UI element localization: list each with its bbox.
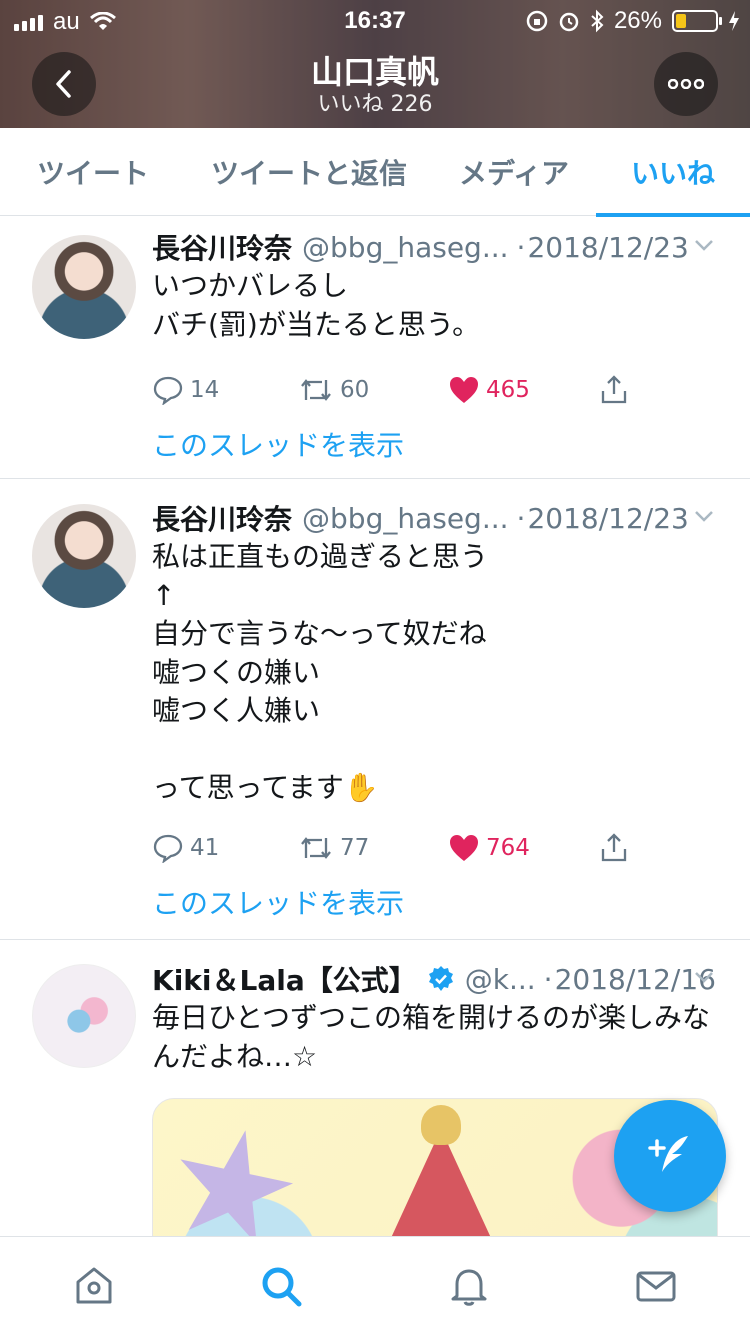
share-icon: [601, 375, 627, 404]
author-name[interactable]: 長谷川玲奈: [152, 498, 292, 538]
search-tab[interactable]: [236, 1241, 326, 1331]
show-thread-link[interactable]: このスレッドを表示: [152, 424, 726, 464]
show-thread-link[interactable]: このスレッドを表示: [152, 882, 726, 922]
avatar[interactable]: [32, 504, 136, 608]
reply-button[interactable]: 41: [152, 833, 298, 863]
author-handle: @bbg_haseg...: [302, 230, 509, 264]
reply-icon: [153, 834, 183, 863]
bell-decoration: [421, 1105, 461, 1145]
compose-button[interactable]: [614, 1100, 726, 1212]
author-handle: @bbg_haseg...: [302, 501, 509, 535]
retweet-button[interactable]: 77: [298, 834, 448, 862]
separator: ·: [516, 230, 526, 264]
retweet-icon: [301, 836, 331, 859]
heart-icon: [450, 834, 478, 861]
tweet-content: 長谷川玲奈 @bbg_haseg... · 2018/12/23 いつかバレるし…: [152, 227, 726, 464]
like-count: 764: [486, 834, 530, 861]
tweet-content: 長谷川玲奈 @bbg_haseg... · 2018/12/23 私は正直もの過…: [152, 498, 726, 922]
search-icon: [262, 1267, 302, 1306]
header-title-block: 山口真帆 いいね 226: [0, 52, 750, 118]
alarm-icon: [559, 12, 579, 32]
profile-header: au 16:37 26% 山口真帆 いいね 226: [0, 0, 750, 128]
profile-tabs: ツイート ツイートと返信 メディア いいね: [0, 128, 750, 217]
page-title: 山口真帆: [310, 53, 439, 91]
bell-icon: [451, 1269, 487, 1306]
share-button[interactable]: [598, 832, 630, 864]
tweet-text: いつかバレるし バチ(罰)が当たると思う。: [152, 269, 481, 341]
reply-button[interactable]: 14: [152, 375, 298, 405]
author-handle: @k...: [464, 962, 536, 996]
like-button[interactable]: 465: [448, 375, 598, 405]
reply-count: 41: [190, 834, 220, 861]
tweet-header: Kiki＆Lala【公式】 @k... · 2018/12/16: [152, 959, 726, 999]
heart-icon: [450, 377, 478, 403]
status-right: 26%: [526, 7, 740, 35]
tweet[interactable]: 長谷川玲奈 @bbg_haseg... · 2018/12/23 私は正直もの過…: [0, 479, 750, 940]
tweet-text: 私は正直もの過ぎると思う ↑ 自分で言うな〜って奴だね 嘘つくの嫌い 嘘つく人嫌…: [152, 540, 489, 804]
tweet[interactable]: 長谷川玲奈 @bbg_haseg... · 2018/12/23 いつかバレるし…: [0, 217, 750, 479]
notifications-tab[interactable]: [424, 1241, 514, 1331]
chevron-down-icon[interactable]: [690, 231, 718, 259]
reply-count: 14: [190, 377, 220, 403]
home-icon: [76, 1267, 112, 1303]
avatar[interactable]: [32, 235, 136, 339]
retweet-count: 77: [340, 834, 370, 861]
retweet-button[interactable]: 60: [298, 376, 448, 404]
share-icon: [601, 832, 627, 861]
author-name[interactable]: 長谷川玲奈: [152, 227, 292, 267]
share-button[interactable]: [598, 374, 630, 406]
tab-likes[interactable]: いいね: [596, 128, 750, 217]
like-button[interactable]: 764: [448, 833, 598, 863]
retweet-count: 60: [340, 377, 370, 403]
tab-tweets[interactable]: ツイート: [0, 128, 186, 216]
tweet-actions: 41 77 764: [152, 826, 726, 870]
bluetooth-icon: [591, 9, 604, 33]
reply-icon: [153, 376, 183, 405]
tweet-content: Kiki＆Lala【公式】 @k... · 2018/12/16 毎日ひとつずつ…: [152, 959, 726, 1076]
home-tab[interactable]: [49, 1241, 139, 1331]
author-name[interactable]: Kiki＆Lala【公式】: [152, 959, 417, 999]
tab-tweets-and-replies[interactable]: ツイートと返信: [186, 128, 432, 216]
mail-icon: [636, 1271, 676, 1301]
more-button[interactable]: [654, 52, 718, 116]
messages-tab[interactable]: [611, 1241, 701, 1331]
likes-count: いいね 226: [317, 92, 433, 117]
tweet-header: 長谷川玲奈 @bbg_haseg... · 2018/12/23: [152, 227, 726, 267]
separator: ·: [516, 501, 526, 535]
chevron-down-icon[interactable]: [690, 963, 718, 991]
tweet-text: 毎日ひとつずつこの箱を開けるのが楽しみなんだよね…☆: [152, 1001, 711, 1073]
more-icon: [668, 79, 704, 89]
battery-icon: [672, 10, 722, 32]
tab-media[interactable]: メディア: [432, 128, 596, 216]
charging-icon: [729, 11, 739, 31]
bottom-tab-bar: [0, 1236, 750, 1334]
tweet-date: 2018/12/23: [527, 501, 689, 535]
battery-percent: 26%: [613, 7, 662, 34]
chevron-down-icon[interactable]: [690, 502, 718, 530]
retweet-icon: [301, 379, 331, 401]
tweet-header: 長谷川玲奈 @bbg_haseg... · 2018/12/23: [152, 498, 726, 538]
rotation-lock-icon: [526, 10, 548, 32]
compose-icon: [648, 1136, 688, 1172]
status-bar: au 16:37 26%: [0, 0, 750, 40]
like-count: 465: [486, 377, 530, 403]
tweet-date: 2018/12/23: [527, 230, 689, 264]
verified-badge-icon: [428, 966, 453, 991]
tweet-actions: 14 60 465: [152, 368, 726, 412]
avatar[interactable]: [32, 964, 136, 1068]
separator: ·: [543, 962, 553, 996]
